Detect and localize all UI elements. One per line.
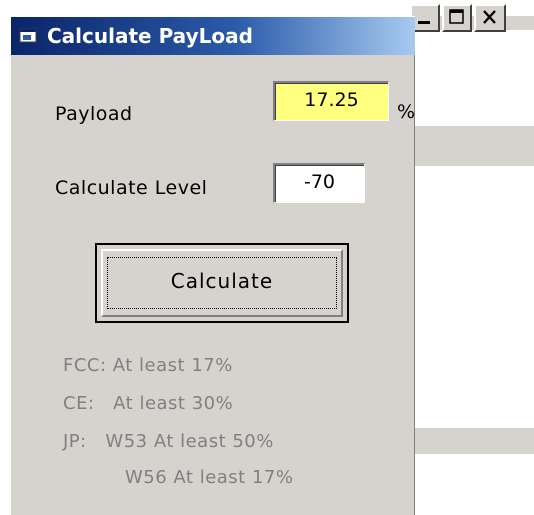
- close-icon: [483, 10, 496, 24]
- payload-unit-label: %: [397, 101, 416, 123]
- background-window-strip: [414, 428, 534, 454]
- maximize-button[interactable]: [442, 4, 472, 32]
- calculate-payload-window: Calculate PayLoad Payload 17.25 % Calcul…: [10, 16, 415, 515]
- fcc-info-text: FCC: At least 17%: [63, 355, 233, 376]
- calculate-button-label: Calculate: [170, 269, 274, 293]
- maximize-icon: [449, 9, 464, 24]
- background-window-strip: [414, 126, 534, 166]
- payload-field[interactable]: 17.25: [273, 81, 389, 121]
- ce-info-text: CE: At least 30%: [63, 393, 234, 414]
- close-button[interactable]: [474, 4, 506, 32]
- minimize-icon: [418, 21, 430, 24]
- background-window-panel: [414, 30, 534, 126]
- calculate-level-label: Calculate Level: [55, 177, 208, 199]
- background-window-panel: [414, 454, 534, 514]
- app-icon: [19, 28, 37, 43]
- calculate-button[interactable]: Calculate: [95, 243, 349, 323]
- window-title: Calculate PayLoad: [47, 24, 253, 48]
- payload-label: Payload: [55, 103, 133, 125]
- title-bar[interactable]: Calculate PayLoad: [11, 17, 415, 55]
- jp-w56-info-text: W56 At least 17%: [125, 467, 294, 488]
- calculate-level-field[interactable]: -70: [273, 163, 365, 203]
- jp-w53-info-text: JP: W53 At least 50%: [63, 431, 274, 452]
- background-window-panel: [414, 166, 534, 428]
